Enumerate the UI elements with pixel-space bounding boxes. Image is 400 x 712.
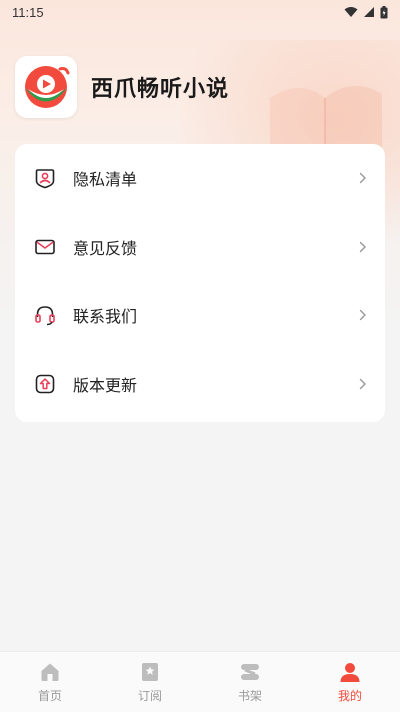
menu-item-label: 意见反馈 xyxy=(73,238,138,258)
battery-icon xyxy=(380,5,388,18)
app-header: 西爪畅听小说 xyxy=(15,56,229,118)
status-time: 11:15 xyxy=(12,4,44,20)
tab-bookshelf[interactable]: 书架 xyxy=(200,652,300,712)
watermelon-play-icon xyxy=(25,66,70,108)
menu-item-feedback[interactable]: 意见反馈 xyxy=(15,213,385,282)
home-icon xyxy=(38,660,62,684)
app-logo xyxy=(15,56,77,118)
bottom-tab-bar: 首页 订阅 书架 我的 xyxy=(0,651,400,712)
bookshelf-icon xyxy=(238,660,262,684)
menu-item-label: 版本更新 xyxy=(73,375,138,395)
tab-label: 首页 xyxy=(37,689,62,703)
menu-item-contact-us[interactable]: 联系我们 xyxy=(15,281,385,350)
tab-home[interactable]: 首页 xyxy=(0,652,100,712)
menu-card: 隐私清单 意见反馈 联系我们 版本更新 xyxy=(15,144,385,422)
menu-item-label: 隐私清单 xyxy=(73,170,138,190)
tab-label: 书架 xyxy=(237,689,262,703)
tab-subscribe[interactable]: 订阅 xyxy=(100,652,200,712)
chevron-right-icon xyxy=(359,173,366,184)
menu-item-label: 联系我们 xyxy=(73,307,138,327)
headset-icon xyxy=(33,303,57,327)
signal-icon xyxy=(364,7,374,17)
tab-mine[interactable]: 我的 xyxy=(300,652,400,712)
app-name: 西爪畅听小说 xyxy=(91,77,230,102)
privacy-list-icon xyxy=(33,166,57,190)
menu-item-privacy-list[interactable]: 隐私清单 xyxy=(15,144,385,213)
user-icon xyxy=(338,660,362,684)
bookmark-icon xyxy=(138,660,162,684)
chevron-right-icon xyxy=(359,241,366,252)
status-bar: 11:15 xyxy=(0,0,400,24)
upgrade-icon xyxy=(33,372,57,396)
wifi-icon xyxy=(344,7,358,17)
chevron-right-icon xyxy=(359,378,366,389)
menu-item-version-update[interactable]: 版本更新 xyxy=(15,350,385,419)
tab-label: 我的 xyxy=(337,689,362,703)
chevron-right-icon xyxy=(359,310,366,321)
mail-icon xyxy=(33,235,57,259)
tab-label: 订阅 xyxy=(137,689,162,703)
